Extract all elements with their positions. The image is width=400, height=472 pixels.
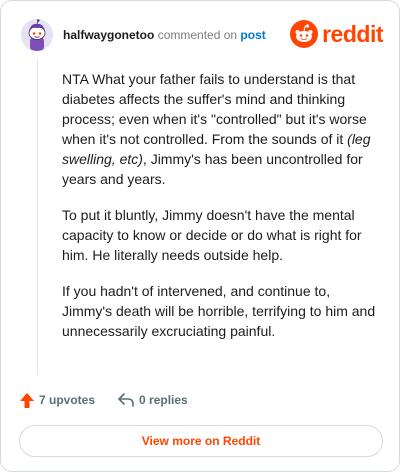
snoo-avatar-icon: [21, 19, 53, 51]
username-link[interactable]: halfwaygonetoo: [63, 28, 154, 42]
reddit-snoo-icon: [290, 20, 319, 48]
comment-paragraph: To put it bluntly, Jimmy doesn't have th…: [62, 207, 362, 263]
comment-paragraph: If you hadn't of intervened, and continu…: [62, 283, 376, 339]
reddit-comment-embed-card: halfwaygonetoo commented on post reddit …: [0, 0, 400, 472]
comment-byline: halfwaygonetoo commented on post: [63, 28, 266, 42]
comment-body: NTA What your father fails to understand…: [62, 69, 382, 357]
comment-paragraph: NTA What your father fails to understand…: [62, 69, 382, 189]
upvote-arrow-icon: [20, 392, 34, 408]
user-avatar[interactable]: [21, 19, 53, 51]
thread-line: [37, 59, 38, 375]
reddit-logo[interactable]: reddit: [290, 17, 383, 51]
comment-actions: 7 upvotes 0 replies: [19, 390, 210, 410]
view-more-button[interactable]: View more on Reddit: [19, 425, 383, 457]
post-link[interactable]: post: [240, 28, 265, 42]
reply-arrow-icon: [118, 393, 134, 407]
reply-count: 0 replies: [139, 393, 188, 407]
reply-button[interactable]: 0 replies: [117, 392, 188, 408]
action-text: commented on: [157, 28, 238, 42]
comment-text: NTA What your father fails to understand…: [62, 71, 367, 147]
upvote-count: 7 upvotes: [39, 393, 96, 407]
comment-header: halfwaygonetoo commented on post reddit: [21, 17, 383, 53]
reddit-wordmark: reddit: [322, 20, 383, 47]
upvote-button[interactable]: 7 upvotes: [19, 392, 95, 409]
